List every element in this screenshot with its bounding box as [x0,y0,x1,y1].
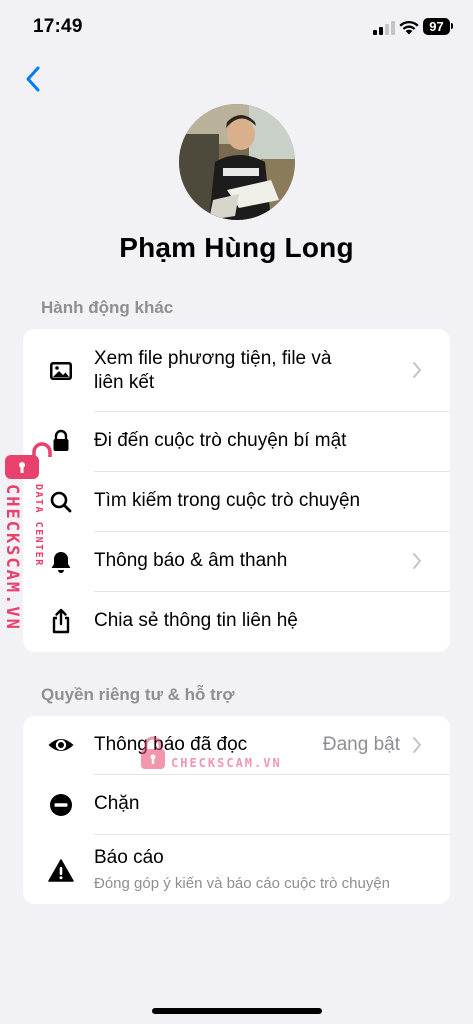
notifications-sounds-row[interactable]: Thông báo & âm thanh [23,532,450,591]
watermark-vertical: CHECKSCAM.VN DATA CENTER [2,440,52,640]
report-subtitle: Đóng góp ý kiến và báo cáo cuộc trò chuy… [94,875,391,892]
watermark-center-brand: CHECKSCAM.VN [171,756,282,770]
watermark-lock-icon [5,442,52,479]
search-in-conversation-label: Tìm kiếm trong cuộc trò chuyện [94,490,361,511]
avatar[interactable] [179,104,295,220]
report-label: Báo cáo [94,847,164,868]
watermark-vertical-tag: DATA CENTER [33,484,44,567]
more-actions-card: Xem file phương tiện, file và liên kết Đ… [23,329,450,652]
media-files-label-line2: liên kết [94,372,155,393]
secret-conversation-label: Đi đến cuộc trò chuyện bí mật [94,430,347,451]
read-receipts-value: Đang bật [322,734,400,755]
share-contact-row[interactable]: Chia sẻ thông tin liên hệ [23,592,450,652]
status-time: 17:49 [33,16,83,37]
cellular-signal-icon [373,21,395,35]
avatar-photo [179,104,295,220]
search-in-conversation-row[interactable]: Tìm kiếm trong cuộc trò chuyện [23,472,450,531]
photo-icon [47,357,75,385]
wifi-icon [399,20,419,35]
battery-tip [451,23,453,29]
status-bar: 17:49 97 [0,0,473,56]
share-contact-label: Chia sẻ thông tin liên hệ [94,610,298,631]
watermark-center: CHECKSCAM.VN [139,734,309,774]
block-row[interactable]: Chặn [23,775,450,834]
battery-indicator: 97 [423,18,450,35]
secret-conversation-row[interactable]: Đi đến cuộc trò chuyện bí mật [23,412,450,471]
section-header-more-actions: Hành động khác [41,298,174,317]
watermark-lock-icon [141,736,165,769]
profile-name: Phạm Hùng Long [119,232,354,263]
home-indicator[interactable] [152,1008,322,1014]
report-row[interactable]: Báo cáo Đóng góp ý kiến và báo cáo cuộc … [23,835,450,904]
chevron-right-icon [413,362,421,378]
section-header-privacy-support: Quyền riêng tư & hỗ trợ [41,685,235,704]
media-files-label-line1: Xem file phương tiện, file và [94,348,332,369]
media-files-links-row[interactable]: Xem file phương tiện, file và liên kết [23,329,450,411]
back-button[interactable] [20,64,48,94]
notifications-sounds-label: Thông báo & âm thanh [94,550,288,571]
chevron-right-icon [413,553,421,569]
eye-icon [47,731,75,759]
block-icon [47,791,75,819]
watermark-vertical-brand: CHECKSCAM.VN [2,484,22,631]
chevron-right-icon [413,737,421,753]
block-label: Chặn [94,793,140,814]
warning-icon [47,857,75,885]
